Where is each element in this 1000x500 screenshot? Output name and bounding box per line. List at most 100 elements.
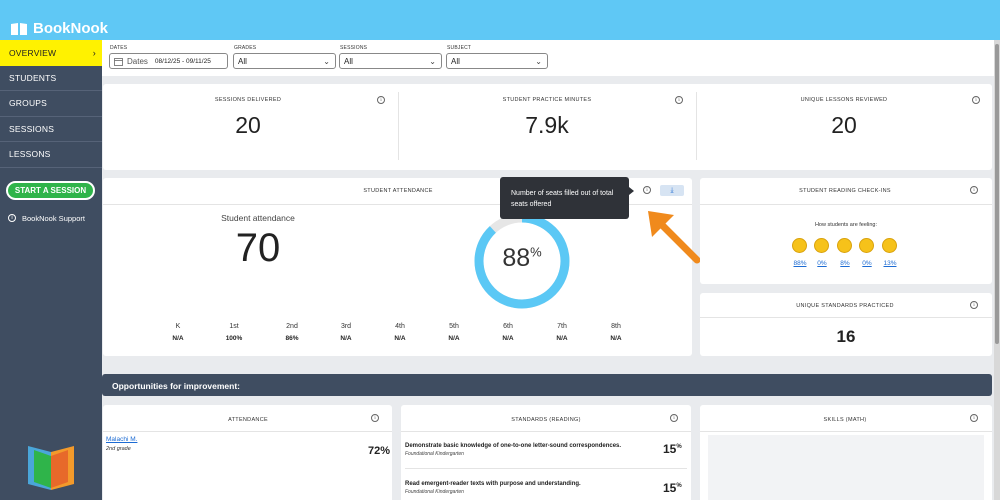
download-button[interactable]: ⤓ xyxy=(660,185,684,196)
grade-label: 4th xyxy=(395,323,405,330)
stat-title: SESSIONS DELIVERED xyxy=(214,97,282,103)
standards-opportunity-title: STANDARDS (READING) xyxy=(511,417,581,423)
attendance-opportunity-card: ATTENDANCE i Malachi M. 2nd grade 72% xyxy=(103,405,392,500)
info-icon[interactable]: i xyxy=(371,414,379,422)
grades-value: All xyxy=(238,56,247,66)
standards-card: UNIQUE STANDARDS PRACTICED i 16 xyxy=(700,293,992,356)
standard-percent: 15% xyxy=(663,442,682,456)
percent-sign: % xyxy=(676,483,682,489)
percent-number: 88 xyxy=(502,244,531,272)
grade-label: 3rd xyxy=(340,323,352,330)
divider xyxy=(700,431,992,432)
checkins-subtitle: How students are feeling: xyxy=(814,222,878,228)
divider xyxy=(700,204,992,205)
grade-label: 1st xyxy=(229,323,239,330)
stat-value: 20 xyxy=(235,112,261,138)
percent-sign: % xyxy=(676,444,682,450)
checkin-percent[interactable]: 0% xyxy=(810,260,834,267)
attendance-label: Student attendance xyxy=(221,213,295,223)
standards-title: UNIQUE STANDARDS PRACTICED xyxy=(796,303,894,309)
standards-opportunity-card: STANDARDS (READING) i Demonstrate basic … xyxy=(401,405,691,500)
attendance-percent: 88% xyxy=(472,244,572,273)
neutral-face-icon xyxy=(837,238,852,253)
subject-value: All xyxy=(451,56,460,66)
sidebar-item-groups[interactable]: GROUPS xyxy=(0,91,102,117)
sidebar-item-students[interactable]: STUDENTS xyxy=(0,66,102,91)
subject-select[interactable]: All ⌄ xyxy=(446,53,548,69)
percent-sign: % xyxy=(530,244,542,260)
booknook-logo-icon xyxy=(28,446,74,490)
standard-category: Foundational Kindergarten xyxy=(405,489,464,495)
grade-label: 7th xyxy=(557,323,567,330)
grade-column: 6th N/A xyxy=(493,323,523,342)
grade-column: K N/A xyxy=(163,323,193,342)
checkins-title: STUDENT READING CHECK-INS xyxy=(799,188,891,194)
grade-column: 4th N/A xyxy=(385,323,415,342)
sessions-filter-label: SESSIONS xyxy=(340,45,368,51)
checkin-percent[interactable]: 88% xyxy=(788,260,812,267)
standard-text: Demonstrate basic knowledge of one-to-on… xyxy=(405,443,622,449)
grade-column: 1st 100% xyxy=(219,323,249,342)
grade-label: 5th xyxy=(449,323,459,330)
info-icon[interactable]: i xyxy=(972,96,980,104)
sessions-select[interactable]: All ⌄ xyxy=(339,53,442,69)
standard-category: Foundational Kindergarten xyxy=(405,451,464,457)
info-icon[interactable]: i xyxy=(377,96,385,104)
grade-value: N/A xyxy=(556,335,568,342)
chevron-down-icon: ⌄ xyxy=(323,57,330,66)
checkin-percent[interactable]: 13% xyxy=(878,260,902,267)
divider xyxy=(103,431,392,432)
standard-percent-number: 15 xyxy=(663,481,677,495)
sidebar: OVERVIEW › STUDENTS GROUPS SESSIONS LESS… xyxy=(0,40,102,500)
grade-label: 6th xyxy=(503,323,513,330)
stat-title: UNIQUE LESSONS REVIEWED xyxy=(800,97,888,103)
very-sad-face-icon xyxy=(882,238,897,253)
sad-face-icon xyxy=(859,238,874,253)
dates-value: 08/12/25 - 09/11/25 xyxy=(154,57,211,65)
tooltip: Number of seats filled out of total seat… xyxy=(500,177,634,219)
attendance-value: 70 xyxy=(235,226,281,270)
dates-filter-label: DATES xyxy=(110,45,128,51)
attendance-title: STUDENT ATTENDANCE xyxy=(363,188,433,194)
scrollbar-thumb[interactable] xyxy=(995,44,999,344)
grades-select[interactable]: All ⌄ xyxy=(233,53,336,69)
top-header: BookNook xyxy=(0,0,1000,40)
grade-column: 2nd 86% xyxy=(277,323,307,342)
sidebar-item-sessions[interactable]: SESSIONS xyxy=(0,117,102,142)
student-link[interactable]: Malachi M. xyxy=(106,436,137,443)
grade-value: N/A xyxy=(610,335,622,342)
checkin-percent[interactable]: 8% xyxy=(833,260,857,267)
info-icon[interactable]: i xyxy=(970,186,978,194)
checkins-card: STUDENT READING CHECK-INS i How students… xyxy=(700,178,992,284)
grade-column: 8th N/A xyxy=(601,323,631,342)
start-session-button[interactable]: START A SESSION xyxy=(6,180,95,200)
divider xyxy=(696,92,697,160)
info-icon[interactable]: i xyxy=(643,186,651,194)
support-link[interactable]: i BookNook Support xyxy=(8,214,102,223)
dates-filter[interactable]: Dates 08/12/25 - 09/11/25 xyxy=(109,53,228,69)
student-grade: 2nd grade xyxy=(106,446,131,452)
info-icon[interactable]: i xyxy=(970,301,978,309)
info-icon[interactable]: i xyxy=(970,414,978,422)
divider xyxy=(700,317,992,318)
arrow-annotation-icon xyxy=(648,211,701,264)
student-percent: 72% xyxy=(368,445,391,457)
standard-percent: 15% xyxy=(663,481,682,495)
skills-opportunity-card: SKILLS (MATH) i xyxy=(700,405,992,500)
sidebar-item-lessons[interactable]: LESSONS xyxy=(0,142,102,168)
grade-label: 2nd xyxy=(286,323,298,330)
info-icon[interactable]: i xyxy=(670,414,678,422)
grade-value: 100% xyxy=(225,335,243,342)
info-icon[interactable]: i xyxy=(675,96,683,104)
divider xyxy=(405,468,687,469)
subject-filter-label: SUBJECT xyxy=(447,45,472,51)
main-content: DATES Dates 08/12/25 - 09/11/25 GRADES A… xyxy=(102,40,996,500)
divider xyxy=(398,92,399,160)
app-logo[interactable]: BookNook xyxy=(10,20,108,37)
skills-placeholder xyxy=(708,435,984,500)
stats-card: SESSIONS DELIVERED i 20 STUDENT PRACTICE… xyxy=(103,84,992,170)
checkin-percent[interactable]: 0% xyxy=(855,260,879,267)
info-icon: i xyxy=(8,214,16,222)
sidebar-item-label: OVERVIEW xyxy=(9,47,57,58)
sidebar-item-overview[interactable]: OVERVIEW › xyxy=(0,40,102,66)
